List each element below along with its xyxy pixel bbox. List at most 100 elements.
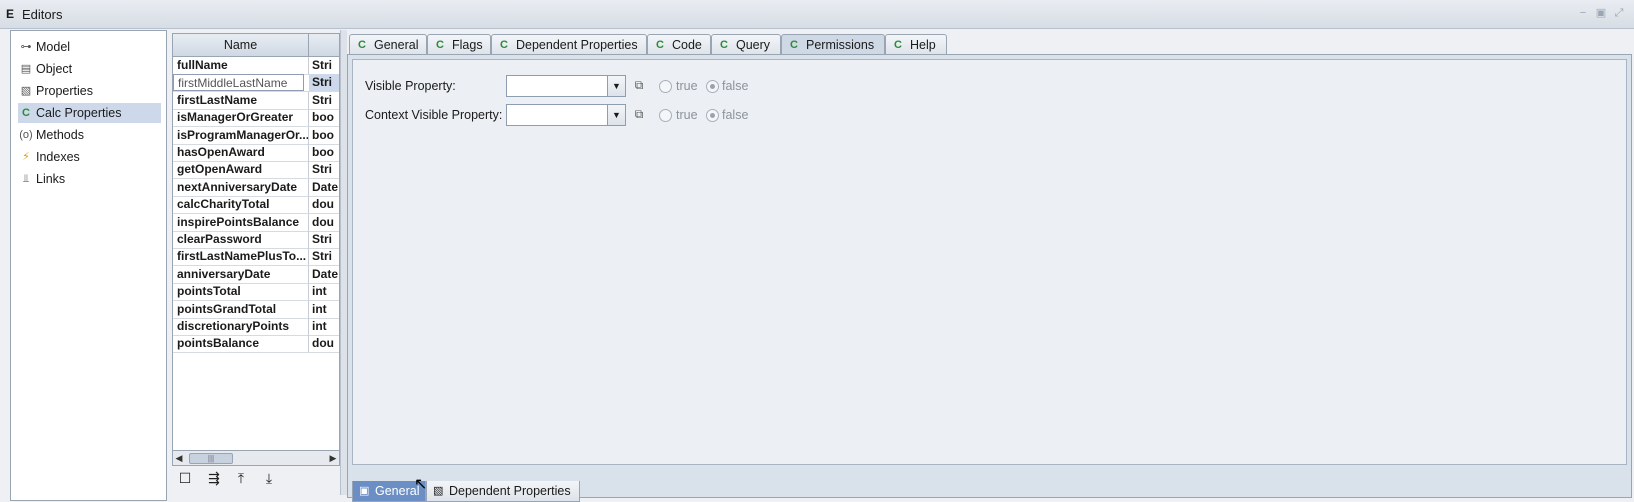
chevron-down-icon[interactable]: ▼ [607, 105, 625, 125]
nav-item-methods[interactable]: (o) Methods [18, 125, 161, 145]
property-type-cell[interactable]: Date [309, 179, 339, 196]
open-external-icon[interactable]: ⧉ [632, 107, 646, 121]
property-name-cell[interactable]: pointsGrandTotal [173, 300, 309, 318]
tab-code[interactable]: C Code [647, 34, 711, 55]
scroll-thumb[interactable]: ||| [189, 453, 233, 464]
tab-dependent-properties[interactable]: C Dependent Properties [491, 34, 647, 55]
property-name-cell[interactable]: getOpenAward [173, 161, 309, 179]
table-horizontal-scrollbar[interactable]: ◀ ||| ▶ [172, 450, 340, 466]
scroll-left-icon[interactable]: ◀ [173, 451, 185, 465]
property-type-cell[interactable]: dou [309, 335, 339, 352]
table-row[interactable]: anniversaryDate Date [173, 265, 339, 284]
table-row[interactable]: pointsTotal int [173, 283, 339, 302]
table-row[interactable]: firstMiddleLastName Stri [173, 74, 339, 93]
nav-item-calc-properties[interactable]: C Calc Properties [18, 103, 161, 123]
property-name-cell[interactable]: nextAnniversaryDate [173, 178, 309, 196]
calc-tab-icon: C [656, 39, 664, 51]
nav-item-label: Calc Properties [36, 106, 122, 120]
property-name-cell[interactable]: anniversaryDate [173, 265, 309, 283]
property-name-cell[interactable]: firstLastNamePlusTo... [173, 248, 309, 266]
property-name-cell[interactable]: discretionaryPoints [173, 318, 309, 335]
property-type-cell[interactable]: Stri [309, 92, 339, 109]
property-name-cell[interactable]: clearPassword [173, 231, 309, 248]
tab-help[interactable]: C Help [885, 34, 947, 55]
property-name-cell[interactable]: fullName [173, 57, 309, 74]
property-name-cell[interactable]: firstLastName [173, 91, 309, 109]
move-up-icon[interactable]: ⤒ [230, 468, 252, 488]
property-type-cell[interactable]: boo [309, 109, 339, 126]
table-row[interactable]: inspirePointsBalance dou [173, 213, 339, 232]
property-type-cell[interactable]: Stri [309, 248, 339, 265]
property-name-cell[interactable]: pointsTotal [173, 283, 309, 301]
restore-icon[interactable]: ▣ [1595, 8, 1607, 19]
property-type-cell[interactable]: Stri [309, 231, 339, 248]
table-row[interactable]: fullName Stri [173, 57, 339, 75]
open-external-icon[interactable]: ⧉ [632, 78, 646, 92]
property-name-cell[interactable]: isProgramManagerOr... [173, 126, 309, 144]
table-row[interactable]: firstLastNamePlusTo... Stri [173, 248, 339, 267]
table-row[interactable]: getOpenAward Stri [173, 161, 339, 180]
move-down-icon[interactable]: ⤓ [258, 468, 280, 488]
table-row[interactable]: discretionaryPoints int [173, 318, 339, 336]
table-row[interactable]: isProgramManagerOr... boo [173, 126, 339, 145]
calc-tab-icon: C [500, 39, 508, 51]
property-type-cell[interactable]: dou [309, 196, 339, 213]
property-name-cell[interactable]: firstMiddleLastName [173, 74, 304, 92]
scroll-right-icon[interactable]: ▶ [327, 451, 339, 465]
context-visible-property-label: Context Visible Property: [365, 108, 503, 122]
property-name-cell[interactable]: inspirePointsBalance [173, 213, 309, 231]
mouse-cursor-icon: ↖ [414, 476, 428, 493]
calc-tab-icon: C [894, 39, 902, 51]
column-header-type[interactable] [309, 34, 339, 57]
table-row[interactable]: nextAnniversaryDate Date [173, 178, 339, 197]
tab-query[interactable]: C Query [711, 34, 781, 55]
tab-label: Flags [452, 38, 483, 52]
property-type-cell[interactable]: Date [309, 266, 339, 283]
property-name-cell[interactable]: isManagerOrGreater [173, 109, 309, 127]
property-type-cell[interactable]: int [309, 301, 339, 318]
tab-general[interactable]: C General [349, 34, 427, 55]
dependent-properties-tab-icon: ▧ [433, 485, 444, 497]
property-type-cell[interactable]: boo [309, 144, 339, 161]
calc-tab-icon: C [790, 39, 798, 51]
table-row[interactable]: firstLastName Stri [173, 91, 339, 110]
visible-true-radio[interactable] [659, 80, 672, 93]
visible-false-radio[interactable] [706, 80, 719, 93]
table-row[interactable]: hasOpenAward boo [173, 144, 339, 162]
bottom-tab-dependent-properties[interactable]: ▧ Dependent Properties [426, 481, 580, 502]
chevron-down-icon[interactable]: ▼ [607, 76, 625, 96]
new-icon[interactable]: ☐ [174, 468, 196, 488]
table-row[interactable]: calcCharityTotal dou [173, 196, 339, 215]
nav-item-indexes[interactable]: ⚡ Indexes [18, 147, 161, 167]
property-name-cell[interactable]: pointsBalance [173, 335, 309, 353]
maximize-icon[interactable]: ⤢ [1613, 8, 1625, 19]
property-type-cell[interactable]: Stri [309, 74, 339, 92]
property-type-cell[interactable]: dou [309, 214, 339, 231]
visible-property-combo[interactable]: ▼ [506, 75, 626, 97]
tab-permissions[interactable]: C Permissions [781, 34, 885, 55]
nav-item-object[interactable]: ▤ Object [18, 59, 161, 79]
property-type-cell[interactable]: int [309, 318, 339, 335]
table-row[interactable]: pointsGrandTotal int [173, 300, 339, 319]
tab-flags[interactable]: C Flags [427, 34, 491, 55]
nav-item-model[interactable]: ⊶ Model [18, 37, 161, 57]
property-type-cell[interactable]: boo [309, 127, 339, 144]
nav-item-links[interactable]: ⫫ Links [18, 169, 161, 189]
property-type-cell[interactable]: Stri [309, 161, 339, 178]
property-type-cell[interactable]: Stri [309, 57, 339, 74]
column-header-name[interactable]: Name [173, 34, 309, 57]
table-row[interactable]: isManagerOrGreater boo [173, 109, 339, 128]
table-row[interactable]: clearPassword Stri [173, 231, 339, 249]
table-row[interactable]: pointsBalance dou [173, 335, 339, 354]
add-child-icon[interactable]: ⇶ [203, 468, 225, 488]
context-false-label: false [722, 108, 749, 122]
context-visible-property-combo[interactable]: ▼ [506, 104, 626, 126]
property-name-cell[interactable]: calcCharityTotal [173, 196, 309, 214]
property-type-cell[interactable]: int [309, 283, 339, 300]
minimize-icon[interactable]: − [1577, 8, 1589, 19]
nav-item-properties[interactable]: ▧ Properties [18, 81, 161, 101]
property-name-cell[interactable]: hasOpenAward [173, 144, 309, 161]
context-false-radio[interactable] [706, 109, 719, 122]
panel-splitter[interactable] [340, 30, 347, 495]
context-true-radio[interactable] [659, 109, 672, 122]
